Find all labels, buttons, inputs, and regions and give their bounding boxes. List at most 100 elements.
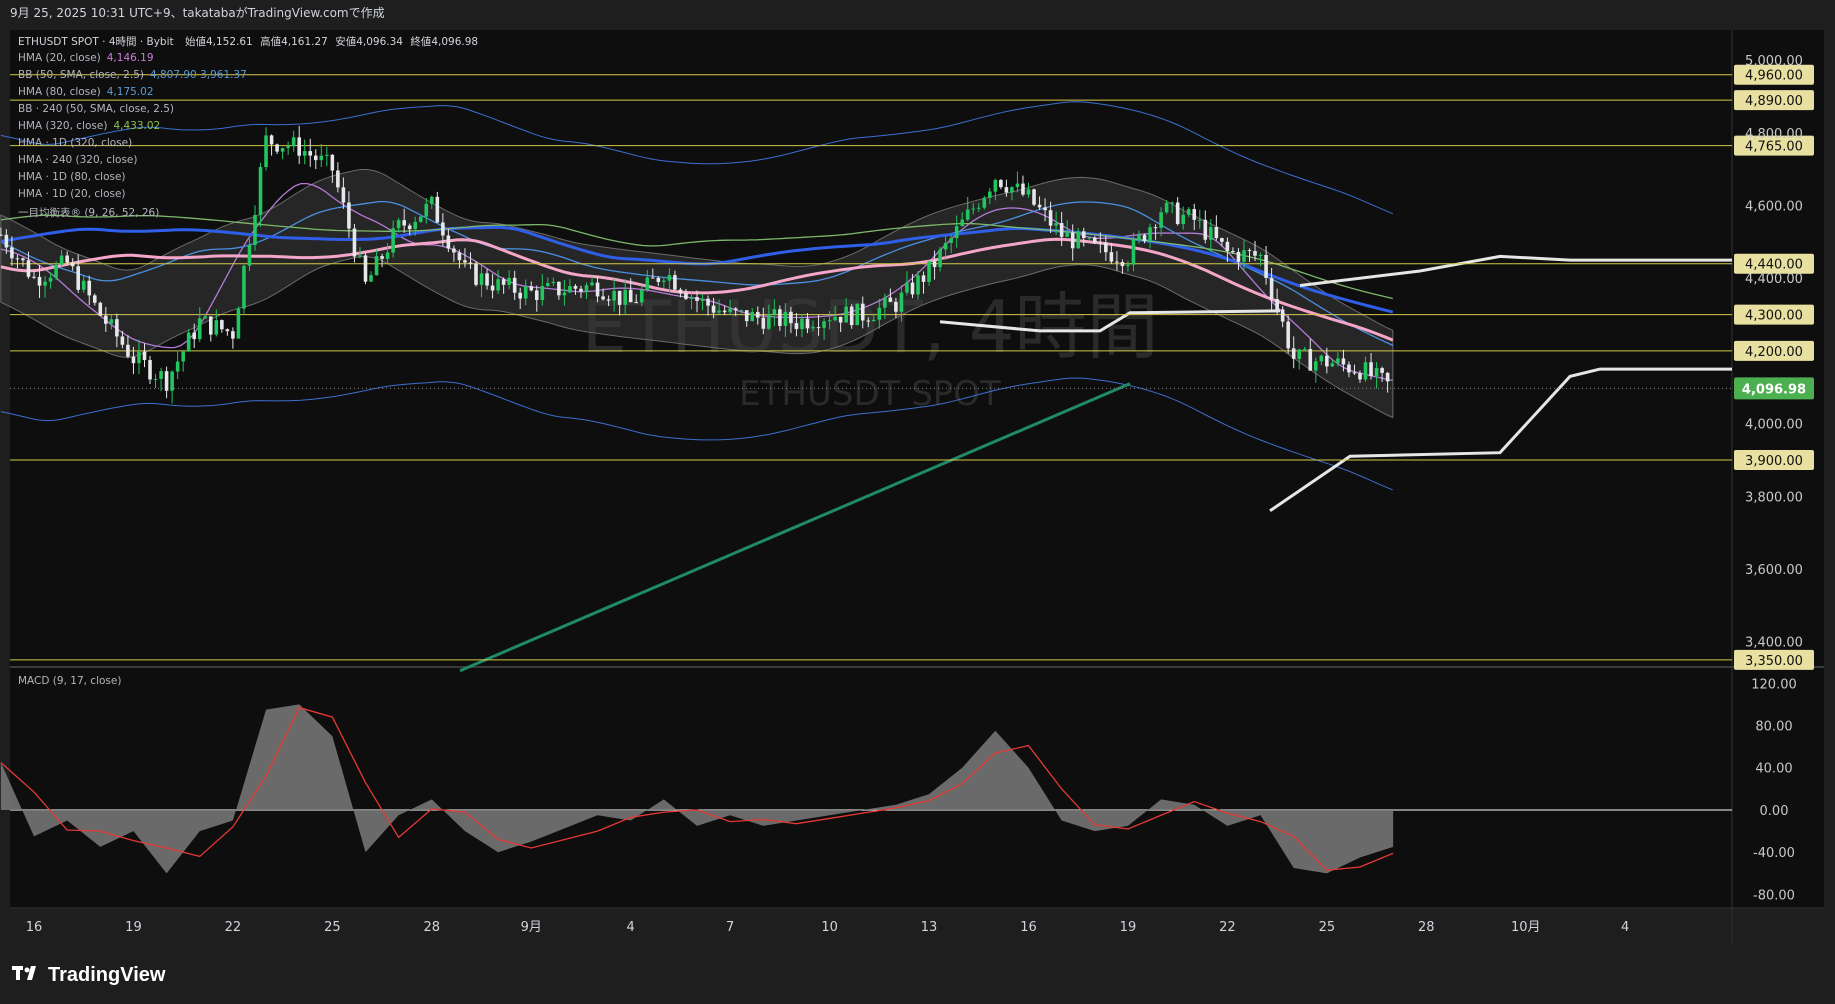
candle-body <box>385 252 390 259</box>
candle-body <box>1363 362 1368 380</box>
candle-body <box>496 279 500 291</box>
candle-body <box>1358 373 1362 380</box>
candle-body <box>1115 261 1119 263</box>
candle-body <box>369 275 373 282</box>
candle-body <box>286 146 290 149</box>
candle-body <box>1302 349 1307 351</box>
legend-row: HMA · 1D (20, close) <box>18 188 126 200</box>
candle-body <box>883 297 887 308</box>
candle-body <box>744 310 749 322</box>
legend-title-row: ETHUSDT SPOT · 4時間 · Bybit 始値4,152.61 高値… <box>18 34 478 49</box>
level-label: 4,200.00 <box>1745 345 1803 360</box>
macd-legend: MACD (9, 17, close) <box>18 675 122 687</box>
legend-row-label: BB · 240 (50, SMA, close, 2.5) <box>18 103 175 115</box>
candle-body <box>590 282 594 286</box>
candle-body <box>800 318 804 330</box>
candle-body <box>137 351 141 364</box>
candle-body <box>584 285 589 292</box>
candle-body <box>159 371 163 379</box>
candle-body <box>1120 261 1125 267</box>
candle-body <box>192 332 197 340</box>
candle-body <box>656 277 661 282</box>
candle-body <box>452 248 456 253</box>
candle-body <box>446 235 451 249</box>
candle-body <box>606 299 611 301</box>
candle-body <box>534 290 539 300</box>
tradingview-logo-icon <box>12 964 42 987</box>
y-tick-label: 3,600.00 <box>1745 563 1803 578</box>
candle-body <box>706 298 710 306</box>
candle-body <box>1054 223 1058 226</box>
candle-body <box>767 314 771 329</box>
candle-body <box>695 297 699 301</box>
candle-body <box>601 296 605 300</box>
candle-body <box>341 187 346 203</box>
candle-body <box>302 151 307 156</box>
candle-body <box>639 289 644 303</box>
price-chart[interactable]: ETHUSDT, 4時間 ETHUSDT SPOT 4,960.004,890.… <box>0 0 1835 944</box>
legend-row-label: HMA · 240 (320, close) <box>18 154 138 166</box>
candle-body <box>512 277 517 293</box>
y-tick-label: 4,000.00 <box>1745 418 1803 433</box>
legend-row: HMA (20, close) 4,146.19 <box>18 52 154 64</box>
candle-body <box>1186 209 1191 215</box>
footer-bar <box>0 944 1835 1004</box>
tradingview-logo[interactable]: TradingView <box>12 964 165 987</box>
legend-row-label: HMA · 1D (80, close) <box>18 171 126 183</box>
candle-body <box>92 295 97 303</box>
candle-body <box>253 215 257 245</box>
candle-body <box>999 179 1003 188</box>
last-price-label: 4,096.98 <box>1742 382 1806 397</box>
candle-body <box>612 290 616 301</box>
candle-body <box>347 202 351 229</box>
candle-body <box>142 351 147 361</box>
candle-body <box>805 318 810 329</box>
candle-body <box>617 290 622 305</box>
candle-body <box>485 273 489 286</box>
candle-body <box>26 260 31 277</box>
candle-body <box>264 135 268 168</box>
y-tick-label: 4,600.00 <box>1745 200 1803 215</box>
candle-body <box>645 277 650 290</box>
candle-body <box>10 247 14 259</box>
candle-body <box>131 356 136 364</box>
candle-body <box>1175 202 1180 225</box>
legend-row: BB (50, SMA, close, 2.5) 4,807.90 3,961.3… <box>18 69 247 81</box>
candle-body <box>0 234 3 236</box>
candle-body <box>402 220 406 226</box>
candle-body <box>529 286 534 291</box>
candle-body <box>855 303 860 326</box>
candle-body <box>374 256 379 276</box>
candle-body <box>76 266 80 290</box>
candle-body <box>1065 232 1069 237</box>
candle-body <box>866 320 871 322</box>
brand-name: TradingView <box>48 964 166 986</box>
candle-body <box>811 327 815 329</box>
candle-body <box>98 302 103 316</box>
candle-body <box>225 329 230 332</box>
y-tick-label: 5,000.00 <box>1745 54 1803 69</box>
x-tick-label: 28 <box>1418 920 1435 935</box>
legend-row-label: HMA (320, close) <box>18 120 108 132</box>
candle-body <box>651 277 655 279</box>
candle-body <box>755 312 760 318</box>
candle-body <box>623 289 627 305</box>
candle-body <box>1148 227 1152 242</box>
legend-row-label: 一目均衡表® (9, 26, 52, 26) <box>18 207 160 219</box>
candle-body <box>507 277 511 285</box>
candle-body <box>960 219 964 227</box>
legend-row: HMA · 1D (320, close) <box>18 137 132 149</box>
candle-body <box>87 280 92 296</box>
candle-body <box>1231 251 1235 253</box>
candle-body <box>783 311 788 326</box>
candle-body <box>1374 368 1379 377</box>
candle-body <box>269 135 274 145</box>
candle-body <box>916 275 920 295</box>
candle-body <box>435 196 440 223</box>
candle-body <box>1314 361 1318 371</box>
candle-body <box>457 252 462 261</box>
x-tick-label: 16 <box>1020 920 1037 935</box>
candle-body <box>468 262 473 264</box>
candle-body <box>181 351 185 362</box>
candle-body <box>391 228 395 253</box>
